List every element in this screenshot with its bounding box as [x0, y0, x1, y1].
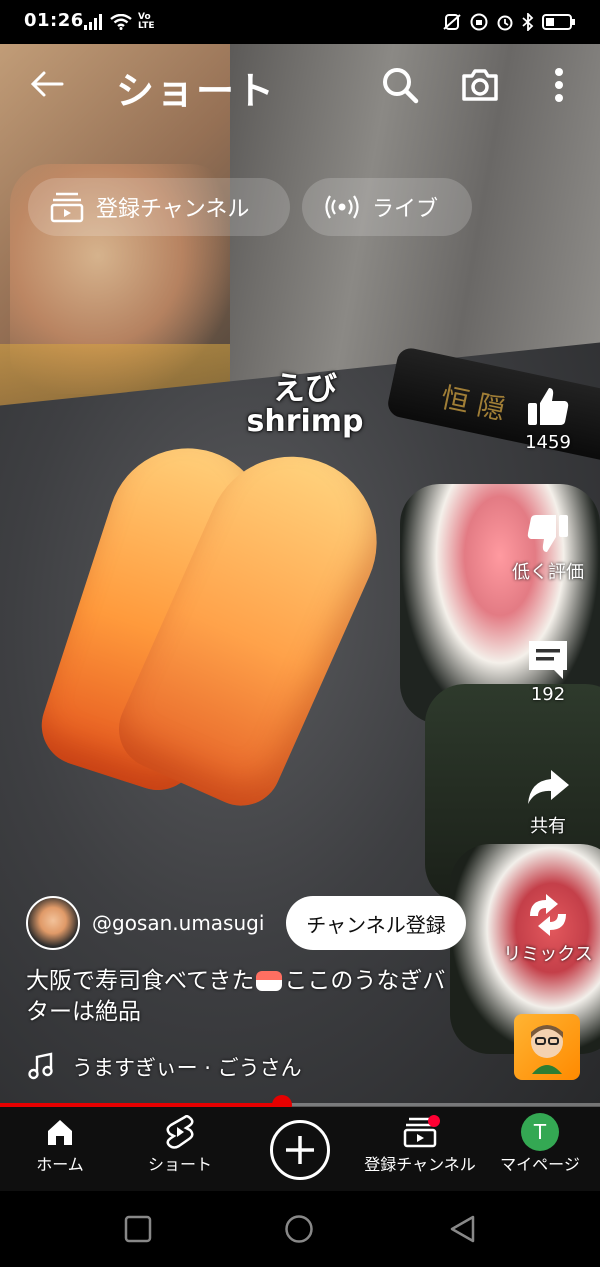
nav-shorts[interactable]: ショート — [120, 1113, 240, 1175]
home-circle-icon — [285, 1215, 313, 1243]
search-icon — [383, 68, 419, 104]
comment-icon — [529, 641, 567, 679]
live-icon — [325, 195, 359, 219]
share-button[interactable]: 共有 — [498, 764, 598, 838]
chip-subscriptions[interactable]: 登録チャンネル — [28, 178, 290, 236]
mute-icon — [443, 14, 461, 30]
chip-subscriptions-label: 登録チャンネル — [96, 197, 250, 222]
subscribe-button[interactable]: チャンネル登録 — [286, 896, 466, 950]
remix-label: リミックス — [503, 944, 593, 965]
nav-my-page[interactable]: T マイページ — [480, 1113, 600, 1175]
nav-my-page-label: マイページ — [500, 1155, 580, 1174]
nav-home[interactable]: ホーム — [0, 1113, 120, 1175]
signal-icon — [84, 14, 102, 30]
shorts-icon — [166, 1115, 194, 1149]
wifi-icon — [110, 14, 132, 30]
nav-home-label: ホーム — [36, 1155, 84, 1174]
nav-create-button[interactable] — [270, 1120, 330, 1180]
comment-button[interactable]: 192 — [498, 636, 598, 705]
profile-avatar: T — [521, 1113, 559, 1151]
like-count: 1459 — [525, 432, 571, 453]
status-time: 01:26 — [24, 10, 84, 31]
chip-live[interactable]: ライブ — [302, 178, 472, 236]
back-triangle-icon — [450, 1215, 475, 1243]
chip-live-label: ライブ — [372, 197, 439, 222]
thumbs-down-icon — [527, 515, 568, 552]
share-label: 共有 — [530, 816, 566, 837]
home-icon — [48, 1120, 72, 1145]
video-caption[interactable]: 大阪で寿司食べてきた ここのうなぎバターは絶品 — [26, 966, 466, 1028]
channel-name[interactable]: @gosan.umasugi — [92, 911, 264, 935]
more-vert-icon — [555, 68, 563, 102]
sound-thumbnail[interactable] — [514, 1014, 580, 1080]
sound-thumbnail-art — [531, 1025, 563, 1074]
nav-subscriptions[interactable]: 登録チャンネル — [360, 1113, 480, 1175]
dislike-label: 低く評価 — [512, 562, 584, 583]
notification-badge — [428, 1115, 440, 1127]
overlay-label-jp: えび — [272, 369, 337, 407]
sushi-emoji-icon — [256, 971, 283, 991]
caption-text-start: 大阪で寿司食べてきた — [26, 968, 255, 994]
battery-icon — [542, 14, 575, 30]
more-button[interactable] — [544, 63, 574, 107]
nav-subscriptions-label: 登録チャンネル — [364, 1155, 476, 1174]
subscriptions-icon — [50, 192, 84, 223]
status-right-icons — [442, 12, 576, 32]
camera-button[interactable] — [458, 63, 502, 107]
back-button[interactable] — [28, 64, 68, 104]
like-button[interactable]: 1459 — [498, 384, 598, 453]
back-arrow-icon — [30, 71, 64, 97]
music-note-icon — [28, 1052, 54, 1080]
alarm-icon — [497, 15, 513, 31]
recents-icon — [124, 1215, 152, 1243]
overlay-label-en: shrimp — [246, 403, 364, 439]
recents-button[interactable] — [123, 1214, 153, 1244]
page-title: ショート — [116, 69, 277, 113]
volte-icon: Vo LTE — [138, 12, 155, 31]
home-system-button[interactable] — [284, 1214, 314, 1244]
search-button[interactable] — [378, 63, 422, 107]
video-overlay-label: えび shrimp — [245, 369, 365, 439]
comment-count: 192 — [530, 684, 566, 705]
bluetooth-icon — [522, 13, 534, 31]
back-system-button[interactable] — [448, 1214, 478, 1244]
nav-shorts-label: ショート — [147, 1155, 212, 1174]
camera-icon — [462, 69, 498, 101]
thumbs-up-icon — [528, 388, 569, 425]
remix-icon — [530, 894, 566, 936]
sound-title[interactable]: うますぎぃー · ごうさん — [72, 1052, 302, 1082]
channel-avatar[interactable] — [26, 896, 80, 950]
remix-button[interactable]: リミックス — [498, 892, 598, 966]
create-icon — [286, 1136, 314, 1164]
dislike-button[interactable]: 低く評価 — [498, 510, 598, 584]
data-saver-icon — [470, 13, 488, 31]
share-icon — [528, 770, 569, 804]
status-left-icons: Vo LTE — [84, 12, 155, 32]
